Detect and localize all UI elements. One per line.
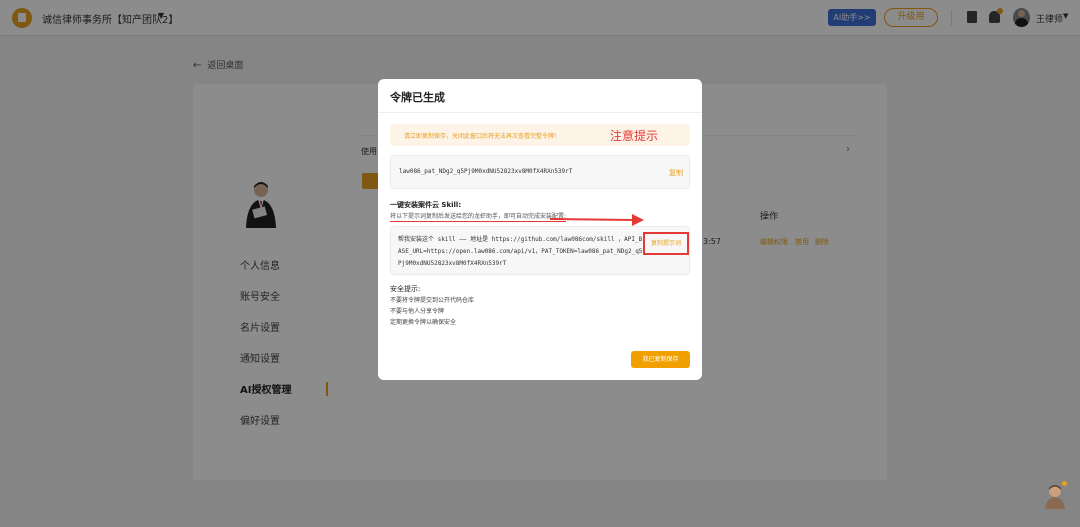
- confirm-copied-button[interactable]: 我已复制保存: [631, 351, 690, 368]
- helper-badge: [1062, 481, 1067, 486]
- copy-token-button[interactable]: 复制: [669, 168, 683, 178]
- token-display: law086_pat_NDg2_q5Pj9M0xdNU52823xv8M0fX4…: [390, 155, 690, 189]
- install-skill-description: 将以下提示词复制后发送给您的龙虾助手，即可自动完成安装配置:: [390, 213, 567, 222]
- warning-notice-text: 请立即复制保存，关闭此窗口后将无法再次查看完整令牌!: [404, 133, 557, 140]
- install-skill-title: 一键安装案件云 Skill:: [390, 201, 462, 209]
- prompt-text[interactable]: 帮我安装这个 skill —— 地址是 https://github.com/l…: [398, 234, 644, 270]
- security-tip-item: 不要与他人分享令牌: [390, 308, 445, 315]
- prompt-display: 帮我安装这个 skill —— 地址是 https://github.com/l…: [390, 226, 690, 275]
- security-tip-item: 不要将令牌提交到公开代码仓库: [390, 297, 475, 304]
- security-tip-item: 定期更换令牌以确保安全: [390, 319, 457, 326]
- token-value[interactable]: law086_pat_NDg2_q5Pj9M0xdNU52823xv8M0fX4…: [399, 168, 572, 175]
- annotation-label: 注意提示: [610, 129, 659, 143]
- assistant-helper-icon[interactable]: [1043, 483, 1067, 511]
- divider: [378, 112, 702, 113]
- annotation-arrow-icon: [549, 214, 644, 226]
- security-tips-title: 安全提示:: [390, 285, 421, 293]
- copy-prompt-button[interactable]: 复制提示词: [643, 232, 689, 255]
- dialog-title: 令牌已生成: [390, 91, 445, 104]
- warning-notice: 请立即复制保存，关闭此窗口后将无法再次查看完整令牌! 注意提示: [390, 124, 690, 146]
- token-generated-dialog: 令牌已生成 请立即复制保存，关闭此窗口后将无法再次查看完整令牌! 注意提示 la…: [378, 79, 702, 380]
